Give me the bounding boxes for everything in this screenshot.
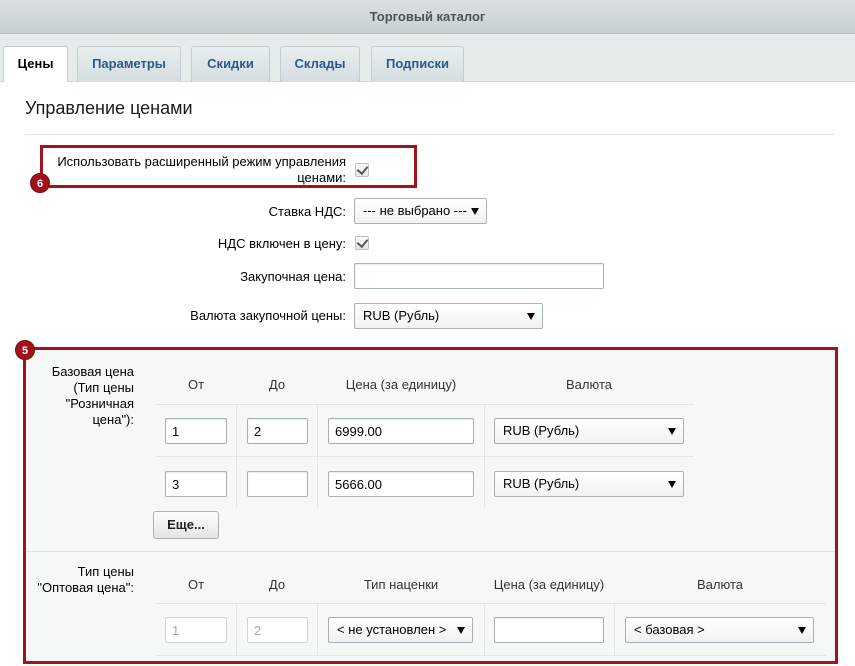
tab-discounts[interactable]: Скидки [191, 46, 270, 82]
tab-bar: Цены Параметры Скидки Склады Подписки [0, 34, 855, 83]
purchase-currency-select[interactable]: RUB (Рубль) [354, 303, 543, 329]
extended-mode-checkbox[interactable] [355, 163, 369, 177]
window-title: Торговый каталог [0, 0, 855, 34]
extended-mode-label-line2: ценами: [297, 170, 346, 185]
chevron-down-icon [471, 208, 479, 215]
extended-mode-label-line1: Использовать расширенный режим управлени… [57, 154, 346, 169]
chevron-down-icon [527, 313, 535, 320]
section-title: Управление ценами [25, 98, 193, 118]
tab-warehouses[interactable]: Склады [280, 46, 360, 82]
tab-prices[interactable]: Цены [3, 46, 68, 83]
vat-rate-value: --- не выбрано --- [363, 203, 467, 218]
highlight-price-block [23, 347, 838, 664]
purchase-currency-value: RUB (Рубль) [363, 308, 440, 323]
badge-6: 6 [30, 173, 50, 193]
purchase-price-label: Закупочная цена: [240, 269, 346, 284]
vat-included-label: НДС включен в цену: [217, 236, 346, 251]
divider [25, 134, 835, 135]
vat-included-checkbox[interactable] [355, 236, 369, 250]
tab-parameters[interactable]: Параметры [77, 46, 181, 82]
extended-mode-label: Использовать расширенный режим управлени… [50, 154, 346, 186]
purchase-currency-label: Валюта закупочной цены: [190, 308, 346, 323]
tab-subscriptions[interactable]: Подписки [371, 46, 464, 82]
vat-rate-select[interactable]: --- не выбрано --- [354, 198, 487, 224]
badge-5: 5 [15, 340, 35, 360]
vat-rate-label: Ставка НДС: [268, 204, 346, 219]
purchase-price-input[interactable] [354, 263, 604, 289]
tab-content: Управление ценами 6 Использовать расшире… [0, 82, 855, 666]
